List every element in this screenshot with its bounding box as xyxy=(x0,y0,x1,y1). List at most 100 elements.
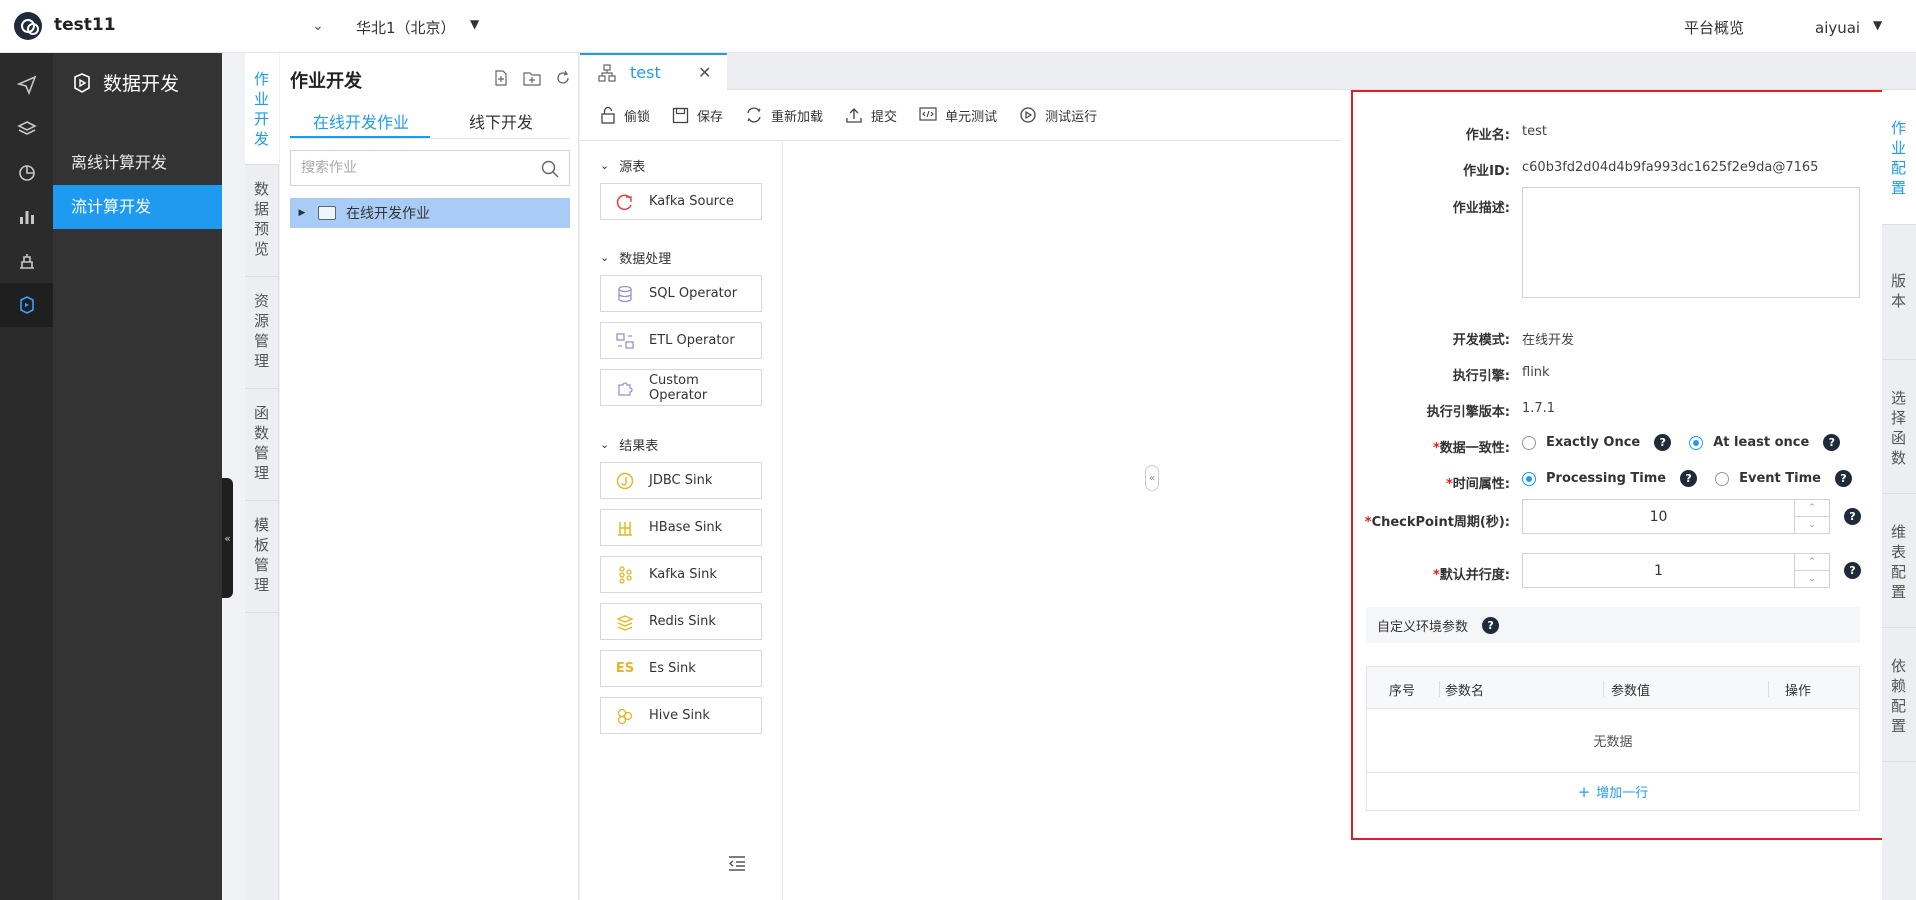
tab-data-preview[interactable]: 数据预览 xyxy=(245,165,279,277)
region-selector[interactable]: 华北1（北京） xyxy=(356,17,456,38)
op-redis-sink[interactable]: Redis Sink xyxy=(600,603,762,640)
job-tree-panel: 作业开发 在线开发作业 线下开发 ▶ 在线开发作业 xyxy=(280,53,579,900)
section-sink[interactable]: ⌄ 结果表 xyxy=(600,435,658,454)
help-icon[interactable]: ? xyxy=(1844,562,1861,579)
save-icon xyxy=(672,107,689,123)
op-label: SQL Operator xyxy=(649,286,738,301)
sidebar-collapse-handle[interactable]: « xyxy=(222,478,233,598)
hive-icon xyxy=(615,706,635,726)
tab-dim-table-config[interactable]: 维表配置 xyxy=(1882,494,1916,628)
section-source-label: 源表 xyxy=(619,160,646,175)
radio-exactly-once-label[interactable]: Exactly Once xyxy=(1546,435,1640,450)
test-run-button[interactable]: 测试运行 xyxy=(1019,106,1097,125)
new-file-icon[interactable] xyxy=(492,69,510,87)
radio-processing-time-label[interactable]: Processing Time xyxy=(1546,471,1666,486)
section-processing[interactable]: ⌄ 数据处理 xyxy=(600,248,671,267)
tab-select-function[interactable]: 选择函数 xyxy=(1882,360,1916,494)
chart-pie-icon[interactable] xyxy=(0,151,53,195)
indent-icon[interactable] xyxy=(727,854,747,876)
time-attr-label-text: 时间属性: xyxy=(1452,477,1510,492)
save-button[interactable]: 保存 xyxy=(672,106,723,125)
editor-tab-test[interactable]: test ✕ xyxy=(580,53,727,90)
search-input[interactable] xyxy=(291,151,531,185)
dashboard-icon[interactable] xyxy=(0,195,53,239)
dev-icon[interactable] xyxy=(0,283,53,327)
job-desc-textarea[interactable] xyxy=(1522,187,1860,298)
submit-button[interactable]: 提交 xyxy=(845,106,897,125)
tab-function-mgmt[interactable]: 函数管理 xyxy=(245,389,279,501)
layers-icon[interactable] xyxy=(0,107,53,151)
section-source[interactable]: ⌄ 源表 xyxy=(600,156,645,175)
editor-tab-label: test xyxy=(630,63,661,82)
radio-at-least-once-label[interactable]: At least once xyxy=(1713,435,1809,450)
op-sql-operator[interactable]: SQL Operator xyxy=(600,275,762,312)
unit-test-label: 单元测试 xyxy=(945,109,998,125)
unit-test-button[interactable]: 单元测试 xyxy=(919,106,997,125)
module-title: 数据开发 xyxy=(71,69,179,96)
project-title[interactable]: test11 xyxy=(54,15,116,35)
caret-down-icon[interactable]: ▼ xyxy=(1873,18,1882,32)
op-hbase-sink[interactable]: HBase Sink xyxy=(600,509,762,546)
chevron-down-icon[interactable]: ⌄ xyxy=(312,18,324,34)
tab-versions[interactable]: 版本 xyxy=(1882,225,1916,360)
increment-icon[interactable]: ⌃ xyxy=(1795,554,1829,570)
vertical-tabs: 作业开发 数据预览 资源管理 函数管理 模板管理 xyxy=(245,53,279,900)
tab-dependency-config-label: 依赖配置 xyxy=(1891,657,1907,735)
op-hive-sink[interactable]: Hive Sink xyxy=(600,697,762,734)
radio-exactly-once[interactable] xyxy=(1522,435,1536,450)
redis-icon xyxy=(615,612,635,632)
tab-dependency-config[interactable]: 依赖配置 xyxy=(1882,628,1916,762)
tab-job-dev[interactable]: 作业开发 xyxy=(245,53,279,165)
add-row-button[interactable]: + 增加一行 xyxy=(1367,773,1859,810)
caret-down-icon[interactable]: ▼ xyxy=(470,17,479,31)
time-attr-label: *时间属性: xyxy=(1445,477,1510,492)
op-jdbc-sink[interactable]: JDBC Sink xyxy=(600,462,762,499)
env-params-label: 自定义环境参数 xyxy=(1377,619,1469,635)
caret-right-icon[interactable]: ▶ xyxy=(292,208,312,218)
reload-button[interactable]: 重新加载 xyxy=(745,106,823,125)
code-icon xyxy=(919,107,937,121)
radio-processing-time[interactable] xyxy=(1522,471,1536,486)
tab-template-mgmt[interactable]: 模板管理 xyxy=(245,501,279,613)
decrement-icon[interactable]: ⌄ xyxy=(1795,570,1829,587)
help-icon[interactable]: ? xyxy=(1482,616,1500,634)
checkpoint-input[interactable] xyxy=(1523,500,1794,533)
canvas-collapse-handle[interactable]: « xyxy=(1145,465,1159,491)
search-icon[interactable] xyxy=(540,159,560,179)
tab-template-mgmt-label: 模板管理 xyxy=(254,516,270,594)
tab-data-preview-label: 数据预览 xyxy=(254,180,270,258)
tab-offline-dev[interactable]: 线下开发 xyxy=(469,109,533,139)
help-icon[interactable]: ? xyxy=(1680,470,1698,487)
op-etl-operator[interactable]: ETL Operator xyxy=(600,322,762,359)
increment-icon[interactable]: ⌃ xyxy=(1795,500,1829,516)
close-icon[interactable]: ✕ xyxy=(698,63,711,82)
nav-item-offline[interactable]: 离线计算开发 xyxy=(53,141,222,185)
help-icon[interactable]: ? xyxy=(1823,434,1841,451)
platform-overview-link[interactable]: 平台概览 xyxy=(1684,17,1744,38)
operator-palette: ⌄ 源表 Kafka Source ⌄ 数据处理 SQL Operator ET… xyxy=(580,142,783,900)
op-kafka-source[interactable]: Kafka Source xyxy=(600,183,762,220)
radio-event-time-label[interactable]: Event Time xyxy=(1739,471,1821,486)
nav-item-stream[interactable]: 流计算开发 xyxy=(53,185,222,229)
op-kafka-sink[interactable]: Kafka Sink xyxy=(600,556,762,593)
save-label: 保存 xyxy=(697,109,724,125)
refresh-icon[interactable] xyxy=(554,69,572,87)
tree-node-online-jobs[interactable]: ▶ 在线开发作业 xyxy=(290,198,570,228)
radio-event-time[interactable] xyxy=(1715,471,1730,486)
op-custom-operator[interactable]: Custom Operator xyxy=(600,369,762,406)
help-icon[interactable]: ? xyxy=(1654,434,1672,451)
user-menu[interactable]: aiyuai xyxy=(1815,19,1860,37)
decrement-icon[interactable]: ⌄ xyxy=(1795,516,1829,533)
new-folder-icon[interactable] xyxy=(522,69,542,87)
tab-resource-mgmt[interactable]: 资源管理 xyxy=(245,277,279,389)
help-icon[interactable]: ? xyxy=(1844,508,1861,525)
send-icon[interactable] xyxy=(0,63,53,107)
ops-icon[interactable] xyxy=(0,239,53,283)
radio-at-least-once[interactable] xyxy=(1689,435,1704,450)
help-icon[interactable]: ? xyxy=(1834,470,1852,487)
tab-job-config[interactable]: 作业配置 xyxy=(1882,90,1916,225)
op-es-sink[interactable]: ES Es Sink xyxy=(600,650,762,687)
tab-online-jobs[interactable]: 在线开发作业 xyxy=(313,109,409,139)
parallelism-input[interactable] xyxy=(1523,554,1794,587)
lock-button[interactable]: 偷锁 xyxy=(600,106,650,125)
